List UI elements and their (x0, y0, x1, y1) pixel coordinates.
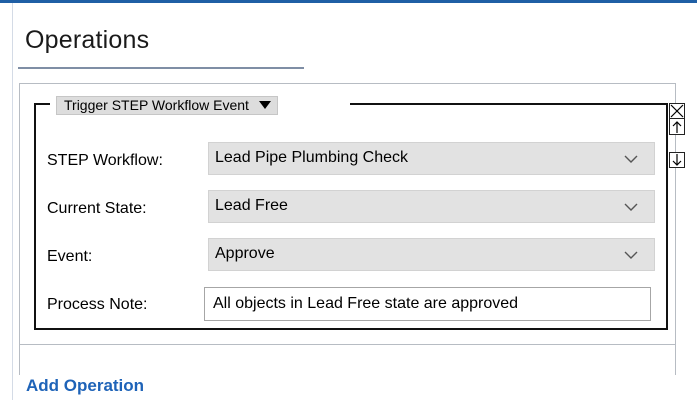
chevron-down-icon (624, 251, 638, 259)
operation-type-select[interactable]: Trigger STEP Workflow Event (56, 95, 278, 115)
chevron-down-icon (624, 155, 638, 163)
operation-type-label: Trigger STEP Workflow Event (64, 97, 249, 113)
event-value: Approve (215, 245, 275, 262)
state-value: Lead Free (215, 197, 288, 214)
operation-type-dropdown[interactable]: Trigger STEP Workflow Event (50, 94, 350, 116)
workflow-value: Lead Pipe Plumbing Check (215, 149, 409, 166)
arrow-down-icon (672, 154, 682, 166)
remove-operation-button[interactable] (669, 103, 685, 119)
event-label: Event: (47, 248, 93, 265)
process-note-input[interactable] (204, 287, 651, 321)
left-divider (12, 3, 13, 400)
add-operation-link[interactable]: Add Operation (26, 376, 144, 396)
state-label: Current State: (47, 200, 147, 217)
operations-panel-divider (19, 344, 676, 345)
header-rule (0, 0, 697, 3)
workflow-label: STEP Workflow: (47, 152, 163, 169)
event-select[interactable]: Approve (208, 238, 655, 271)
workflow-select[interactable]: Lead Pipe Plumbing Check (208, 142, 655, 175)
chevron-down-icon (624, 203, 638, 211)
triangle-down-icon (258, 101, 271, 109)
close-icon (670, 104, 684, 118)
arrow-up-icon (672, 120, 682, 133)
move-down-button[interactable] (669, 152, 685, 168)
section-title-underline (18, 67, 304, 69)
state-select[interactable]: Lead Free (208, 190, 655, 223)
move-up-button[interactable] (669, 119, 685, 135)
section-title: Operations (25, 26, 150, 54)
note-label: Process Note: (47, 296, 148, 313)
